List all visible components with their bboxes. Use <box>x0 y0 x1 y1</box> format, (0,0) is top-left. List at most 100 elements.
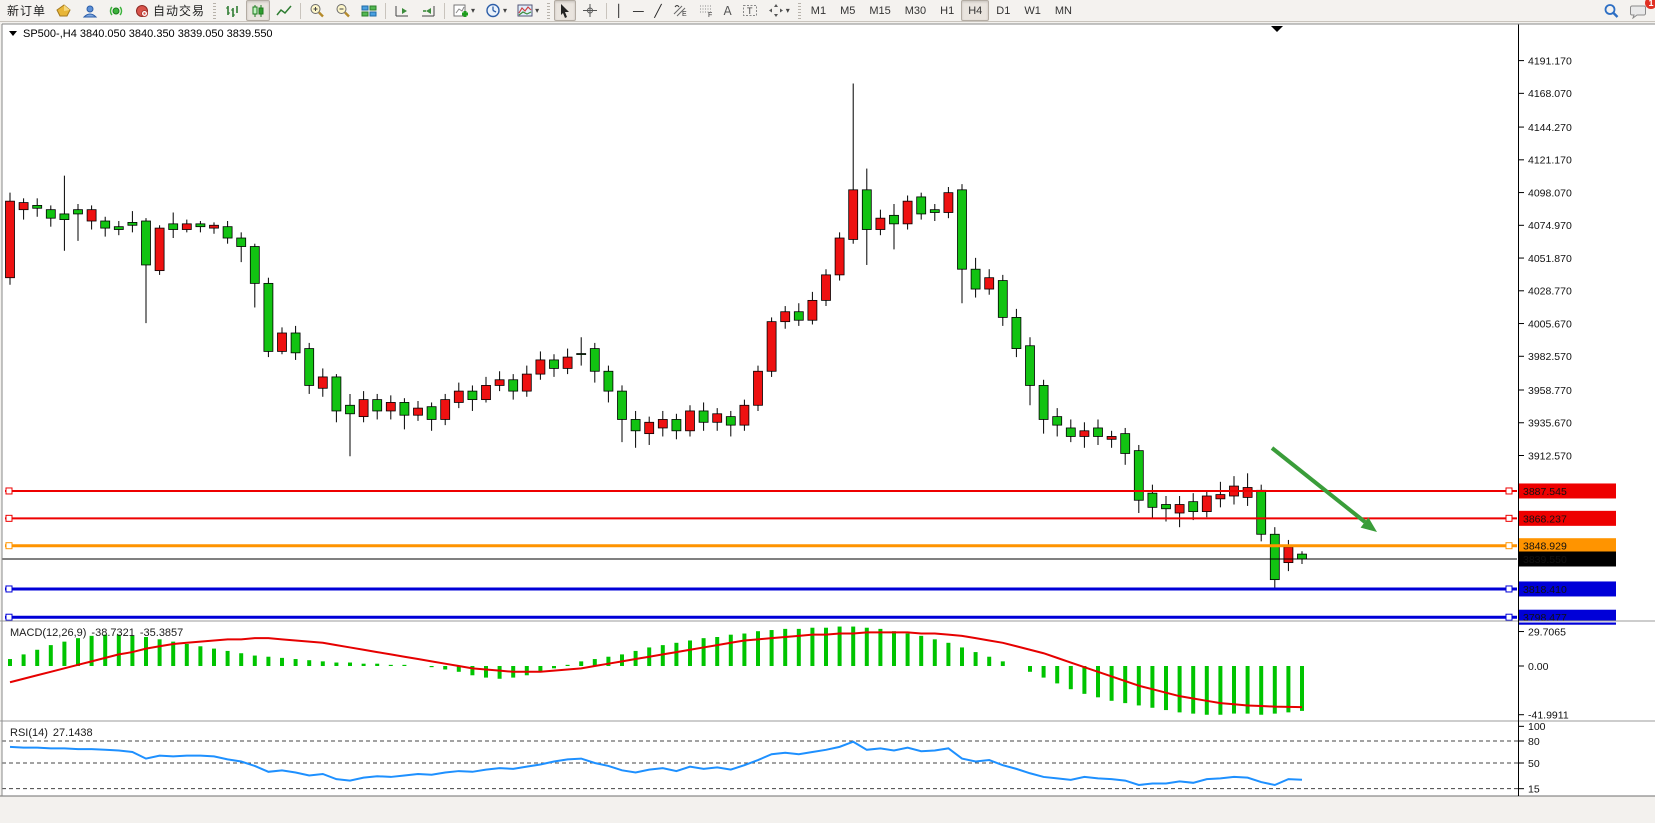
tile-windows-icon[interactable] <box>357 0 381 21</box>
new-order-button[interactable]: 新订单 <box>3 0 50 21</box>
bar-chart-icon[interactable] <box>220 0 244 21</box>
candle-body <box>618 391 627 419</box>
tf-w1[interactable]: W1 <box>1017 0 1048 21</box>
svg-text:T: T <box>747 6 753 16</box>
candle-body <box>1080 431 1089 437</box>
signal-icon[interactable] <box>104 0 128 21</box>
candle-body <box>890 215 899 224</box>
candle-body <box>1162 504 1171 508</box>
candle-body <box>332 377 341 411</box>
chart-shift-icon[interactable] <box>390 0 414 21</box>
level-handle[interactable] <box>6 515 12 521</box>
chat-icon[interactable]: 1 <box>1626 0 1652 21</box>
tf-mn[interactable]: MN <box>1048 0 1079 21</box>
candle-body <box>1012 317 1021 348</box>
fibonacci-icon[interactable]: E <box>668 0 692 21</box>
level-handle[interactable] <box>1506 543 1512 549</box>
price-axis-bg <box>1519 24 1655 796</box>
candle-body <box>305 349 314 386</box>
candle-body <box>767 322 776 372</box>
candle-body <box>278 333 287 351</box>
fibo-grid-icon[interactable]: F <box>694 0 718 21</box>
candle-body <box>672 419 681 430</box>
tf-h4[interactable]: H4 <box>961 0 989 21</box>
candle-body <box>971 269 980 289</box>
level-handle[interactable] <box>6 586 12 592</box>
candle-body <box>87 210 96 221</box>
tf-m15[interactable]: M15 <box>862 0 897 21</box>
toolbar-grip <box>213 3 216 19</box>
level-handle[interactable] <box>1506 515 1512 521</box>
tf-d1[interactable]: D1 <box>989 0 1017 21</box>
level-handle[interactable] <box>6 488 12 494</box>
add-indicator-icon[interactable]: ▾ <box>449 0 479 21</box>
candle-body <box>958 190 967 269</box>
support-agent-icon[interactable] <box>78 0 102 21</box>
svg-text:F: F <box>708 12 712 18</box>
candle-body <box>33 205 42 208</box>
candle-body <box>482 385 491 399</box>
periods-clock-icon[interactable]: ▾ <box>481 0 511 21</box>
candle-body <box>1053 417 1062 426</box>
cursor-icon[interactable] <box>554 0 576 21</box>
chevron-down-icon: ▾ <box>503 6 507 15</box>
candle-body <box>142 221 151 265</box>
plot-bg <box>2 24 1518 796</box>
gold-nugget-icon[interactable] <box>52 0 76 21</box>
crosshair-icon[interactable] <box>578 0 602 21</box>
candle-body <box>903 201 912 224</box>
toolbar-grip <box>547 3 550 19</box>
candle-body <box>264 283 273 351</box>
vertical-line-icon[interactable]: │ <box>611 0 626 21</box>
candle-body <box>536 360 545 374</box>
price-tick-label: 4098.070 <box>1528 187 1572 199</box>
auto-trading-button[interactable]: 自动交易 <box>130 0 209 21</box>
candle-body <box>169 224 178 230</box>
candle-body <box>726 417 735 426</box>
level-handle[interactable] <box>6 614 12 620</box>
candlestick-chart-icon[interactable] <box>246 0 270 21</box>
candle-body <box>114 227 123 230</box>
candle-body <box>713 414 722 423</box>
auto-scroll-icon[interactable] <box>416 0 440 21</box>
candle-body <box>917 197 926 214</box>
price-tick-label: 3935.670 <box>1528 418 1572 430</box>
level-handle[interactable] <box>1506 488 1512 494</box>
trendline-icon[interactable]: ╱ <box>650 0 665 21</box>
arrows-tool-icon[interactable]: ▾ <box>764 0 794 21</box>
chart-template-icon[interactable]: ▾ <box>513 0 543 21</box>
candle-body <box>740 405 749 425</box>
candle-body <box>1216 495 1225 499</box>
candle-body <box>346 405 355 414</box>
candle-body <box>1243 487 1252 497</box>
search-icon[interactable] <box>1599 0 1624 21</box>
text-tool-icon[interactable]: A <box>720 0 736 21</box>
tf-h1[interactable]: H1 <box>933 0 961 21</box>
rsi-axis-label: 50 <box>1528 758 1540 770</box>
candle-body <box>400 402 409 415</box>
candle-body <box>427 407 436 420</box>
tf-m1[interactable]: M1 <box>804 0 833 21</box>
candle-body <box>19 203 28 210</box>
level-handle[interactable] <box>1506 614 1512 620</box>
level-handle[interactable] <box>6 543 12 549</box>
candle-body <box>1270 534 1279 579</box>
candle-body <box>318 377 327 388</box>
tf-m5[interactable]: M5 <box>833 0 862 21</box>
candle-body <box>604 371 613 391</box>
toolbar-grip <box>798 3 801 19</box>
horizontal-line-icon[interactable]: — <box>628 0 648 21</box>
toolbar-separator <box>444 3 445 19</box>
zoom-out-icon[interactable] <box>331 0 355 21</box>
candle-body <box>291 333 300 353</box>
candle-body <box>196 224 205 227</box>
chart-ohlc-title: SP500-,H4 3840.050 3840.350 3839.050 383… <box>23 28 273 40</box>
toolbar-separator <box>385 3 386 19</box>
zoom-in-icon[interactable] <box>305 0 329 21</box>
line-chart-icon[interactable] <box>272 0 296 21</box>
chart-window[interactable]: 4191.1704168.0704144.2704121.1704098.070… <box>0 22 1655 823</box>
label-tool-icon[interactable]: T <box>738 0 762 21</box>
level-handle[interactable] <box>1506 586 1512 592</box>
tf-m30[interactable]: M30 <box>898 0 933 21</box>
rsi-axis-label: 80 <box>1528 736 1540 748</box>
